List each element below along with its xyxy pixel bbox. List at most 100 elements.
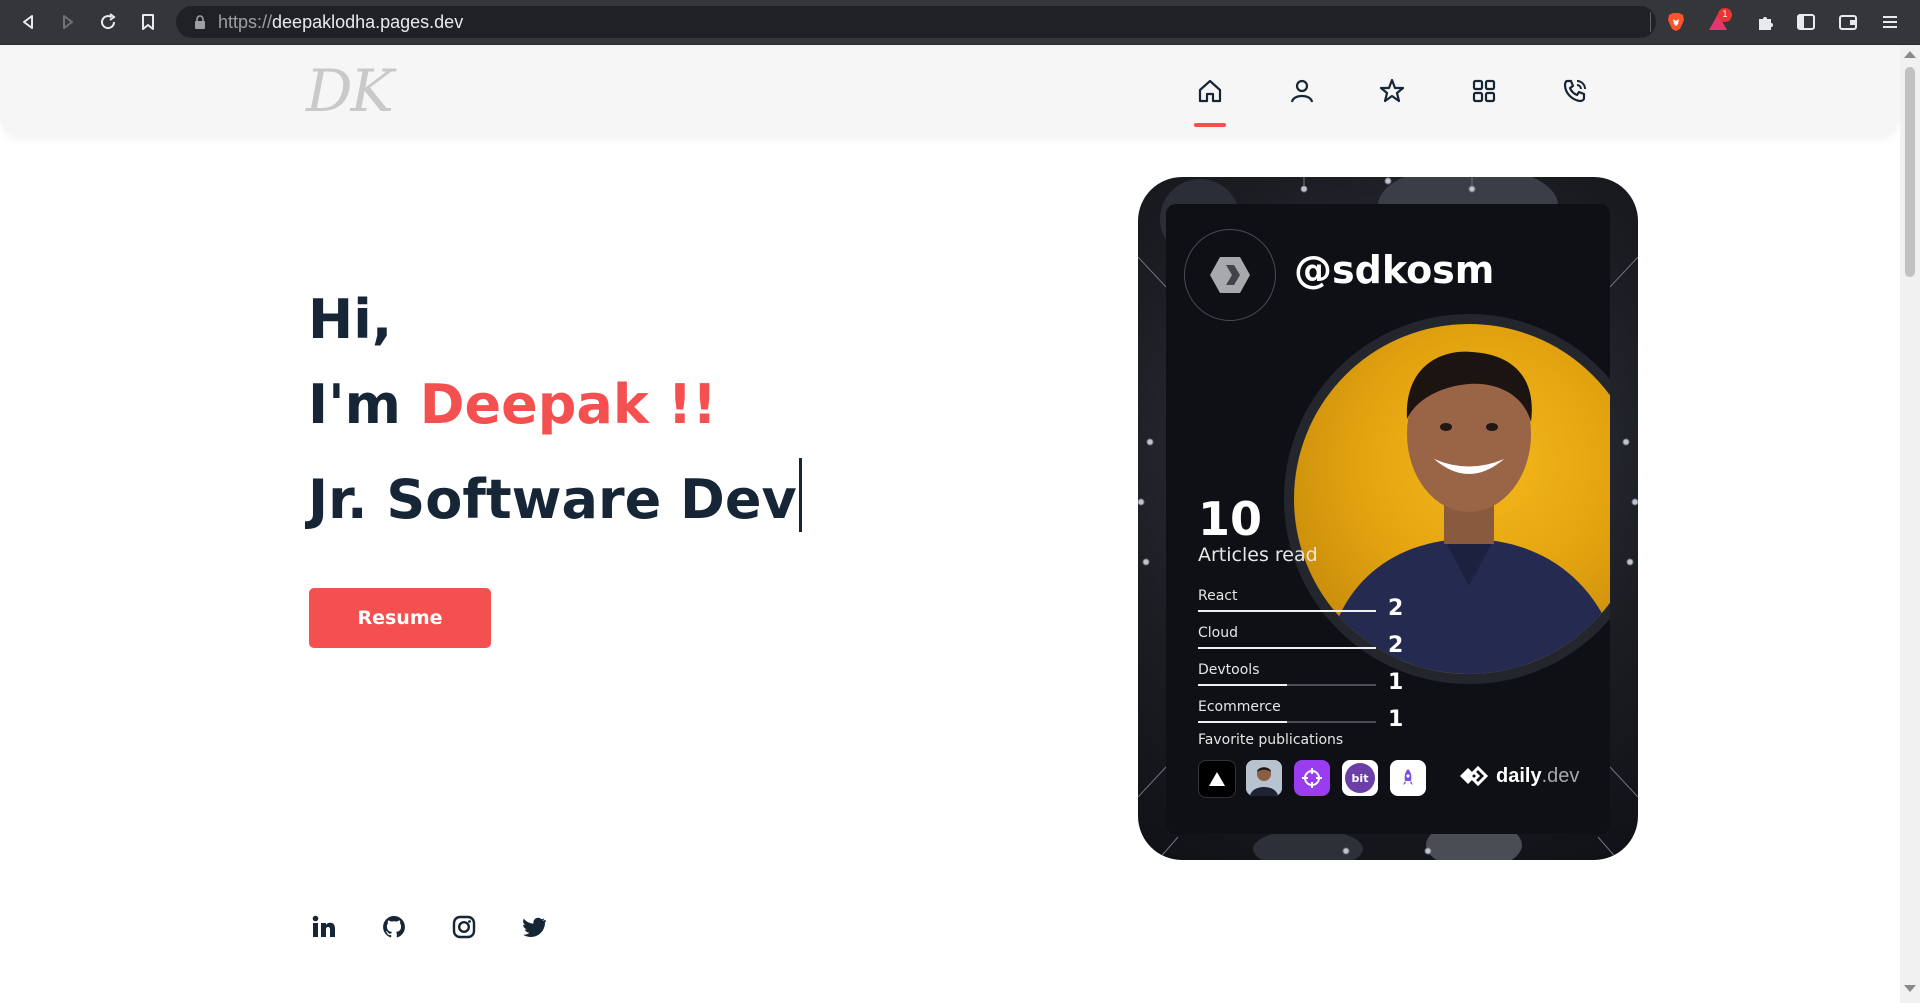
favorite-publications-label: Favorite publications (1198, 732, 1344, 748)
hexagon-logo-icon (1210, 257, 1250, 293)
menu-button[interactable] (1876, 8, 1904, 36)
scrollbar-thumb[interactable] (1905, 67, 1915, 277)
tag-row: Ecommerce 1 (1198, 699, 1403, 735)
nav-contact[interactable] (1559, 75, 1591, 107)
publication-crosshair (1294, 760, 1330, 796)
hamburger-icon (1883, 16, 1897, 28)
back-button[interactable] (14, 8, 42, 36)
hero-intro: I'm Deepak !! (308, 373, 717, 436)
tag-progress-track (1198, 721, 1376, 723)
twitter-icon (523, 917, 546, 937)
tag-progress-fill (1198, 684, 1287, 686)
back-icon (23, 15, 33, 29)
scroll-up-arrow-icon[interactable] (1904, 51, 1916, 58)
devcard-handle: @sdkosm (1294, 248, 1495, 292)
vercel-icon (1209, 772, 1225, 786)
articles-read-label: Articles read (1198, 544, 1318, 566)
tag-progress-fill (1198, 721, 1287, 723)
resume-button[interactable]: Resume (309, 588, 491, 648)
tag-name: React (1198, 588, 1238, 604)
sidebar-button[interactable] (1792, 8, 1820, 36)
url-text: https://deepaklodha.pages.dev (218, 12, 463, 33)
hero-role: Jr. Software Dev (308, 458, 802, 532)
instagram-link[interactable] (448, 911, 480, 943)
nav-about[interactable] (1286, 75, 1318, 107)
rocket-icon (1403, 769, 1413, 785)
linkedin-icon (312, 915, 335, 937)
tag-progress-fill (1198, 647, 1376, 649)
tag-row: Cloud 2 (1198, 625, 1403, 661)
articles-read-count: 10 (1198, 492, 1263, 546)
star-icon (1379, 78, 1405, 103)
publication-vercel (1198, 760, 1236, 798)
tag-name: Devtools (1198, 662, 1260, 678)
crosshair-icon (1302, 768, 1322, 788)
nav-projects[interactable] (1468, 75, 1500, 107)
tag-name: Cloud (1198, 625, 1238, 641)
tag-count: 1 (1388, 670, 1404, 695)
tag-progress-track (1198, 647, 1376, 649)
dailydev-ext: .dev (1541, 764, 1580, 787)
github-icon (383, 916, 405, 938)
wallet-button[interactable] (1834, 8, 1862, 36)
active-nav-indicator (1194, 123, 1226, 127)
bit-icon: bit (1345, 763, 1375, 793)
nav-skills[interactable] (1376, 75, 1408, 107)
hero-role-text: Jr. Software Dev (308, 468, 797, 531)
phone-icon (1563, 79, 1586, 103)
bookmark-button[interactable] (134, 8, 162, 36)
tag-row: React 2 (1198, 588, 1403, 624)
page-viewport: DK Hi, I'm Deepak !! Jr. Software Dev Re… (0, 45, 1900, 1003)
home-icon (1198, 79, 1222, 103)
address-bar[interactable]: https://deepaklodha.pages.dev (176, 6, 1656, 38)
devcard[interactable]: @sdkosm 10 Articles read React 2 Cloud 2… (1138, 177, 1638, 860)
brave-shields-button[interactable] (1662, 8, 1690, 36)
tag-row: Devtools 1 (1198, 662, 1403, 698)
publication-author (1246, 760, 1282, 796)
tag-name: Ecommerce (1198, 699, 1281, 715)
devcard-inner: @sdkosm 10 Articles read React 2 Cloud 2… (1166, 204, 1610, 834)
devcard-logo-circle (1184, 229, 1276, 321)
publication-bit: bit (1342, 760, 1378, 796)
page-scrollbar[interactable] (1900, 45, 1920, 1003)
site-navbar: DK (0, 45, 1900, 138)
reload-button[interactable] (94, 8, 122, 36)
dailydev-logo-icon (1460, 765, 1489, 787)
scroll-down-arrow-icon[interactable] (1904, 985, 1916, 992)
twitter-link[interactable] (518, 911, 550, 943)
linkedin-link[interactable] (308, 911, 340, 943)
wallet-icon (1839, 15, 1857, 30)
puzzle-icon (1759, 17, 1773, 30)
tag-count: 2 (1388, 596, 1404, 621)
typing-caret (798, 458, 802, 532)
github-link[interactable] (378, 911, 410, 943)
user-icon (1290, 79, 1314, 103)
publication-rocket (1390, 760, 1426, 796)
brave-lion-icon (1668, 13, 1684, 31)
site-logo[interactable]: DK (306, 57, 394, 125)
tag-progress-fill (1198, 610, 1376, 612)
brave-rewards-button[interactable]: 1 (1704, 8, 1732, 36)
author-avatar (1246, 760, 1282, 796)
extensions-button[interactable] (1752, 8, 1780, 36)
hero-greeting: Hi, (308, 288, 393, 351)
tag-count: 1 (1388, 707, 1404, 732)
toolbar-divider (1650, 12, 1651, 32)
rewards-badge: 1 (1718, 8, 1732, 22)
grid-icon (1472, 79, 1496, 103)
sidebar-icon (1797, 14, 1815, 30)
instagram-icon (452, 915, 476, 939)
url-host: deepaklodha.pages.dev (272, 12, 464, 32)
hero-intro-prefix: I'm (308, 373, 420, 436)
hero-name: Deepak !! (419, 373, 717, 436)
tag-count: 2 (1388, 633, 1404, 658)
forward-icon (63, 15, 73, 29)
dailydev-brand: daily .dev (1456, 764, 1579, 788)
nav-home[interactable] (1194, 75, 1226, 107)
bookmark-icon (142, 14, 154, 30)
dailydev-word: daily (1496, 764, 1542, 787)
forward-button[interactable] (54, 8, 82, 36)
tag-progress-track (1198, 610, 1376, 612)
browser-toolbar: https://deepaklodha.pages.dev 1 (0, 0, 1920, 45)
reload-icon (101, 13, 116, 30)
